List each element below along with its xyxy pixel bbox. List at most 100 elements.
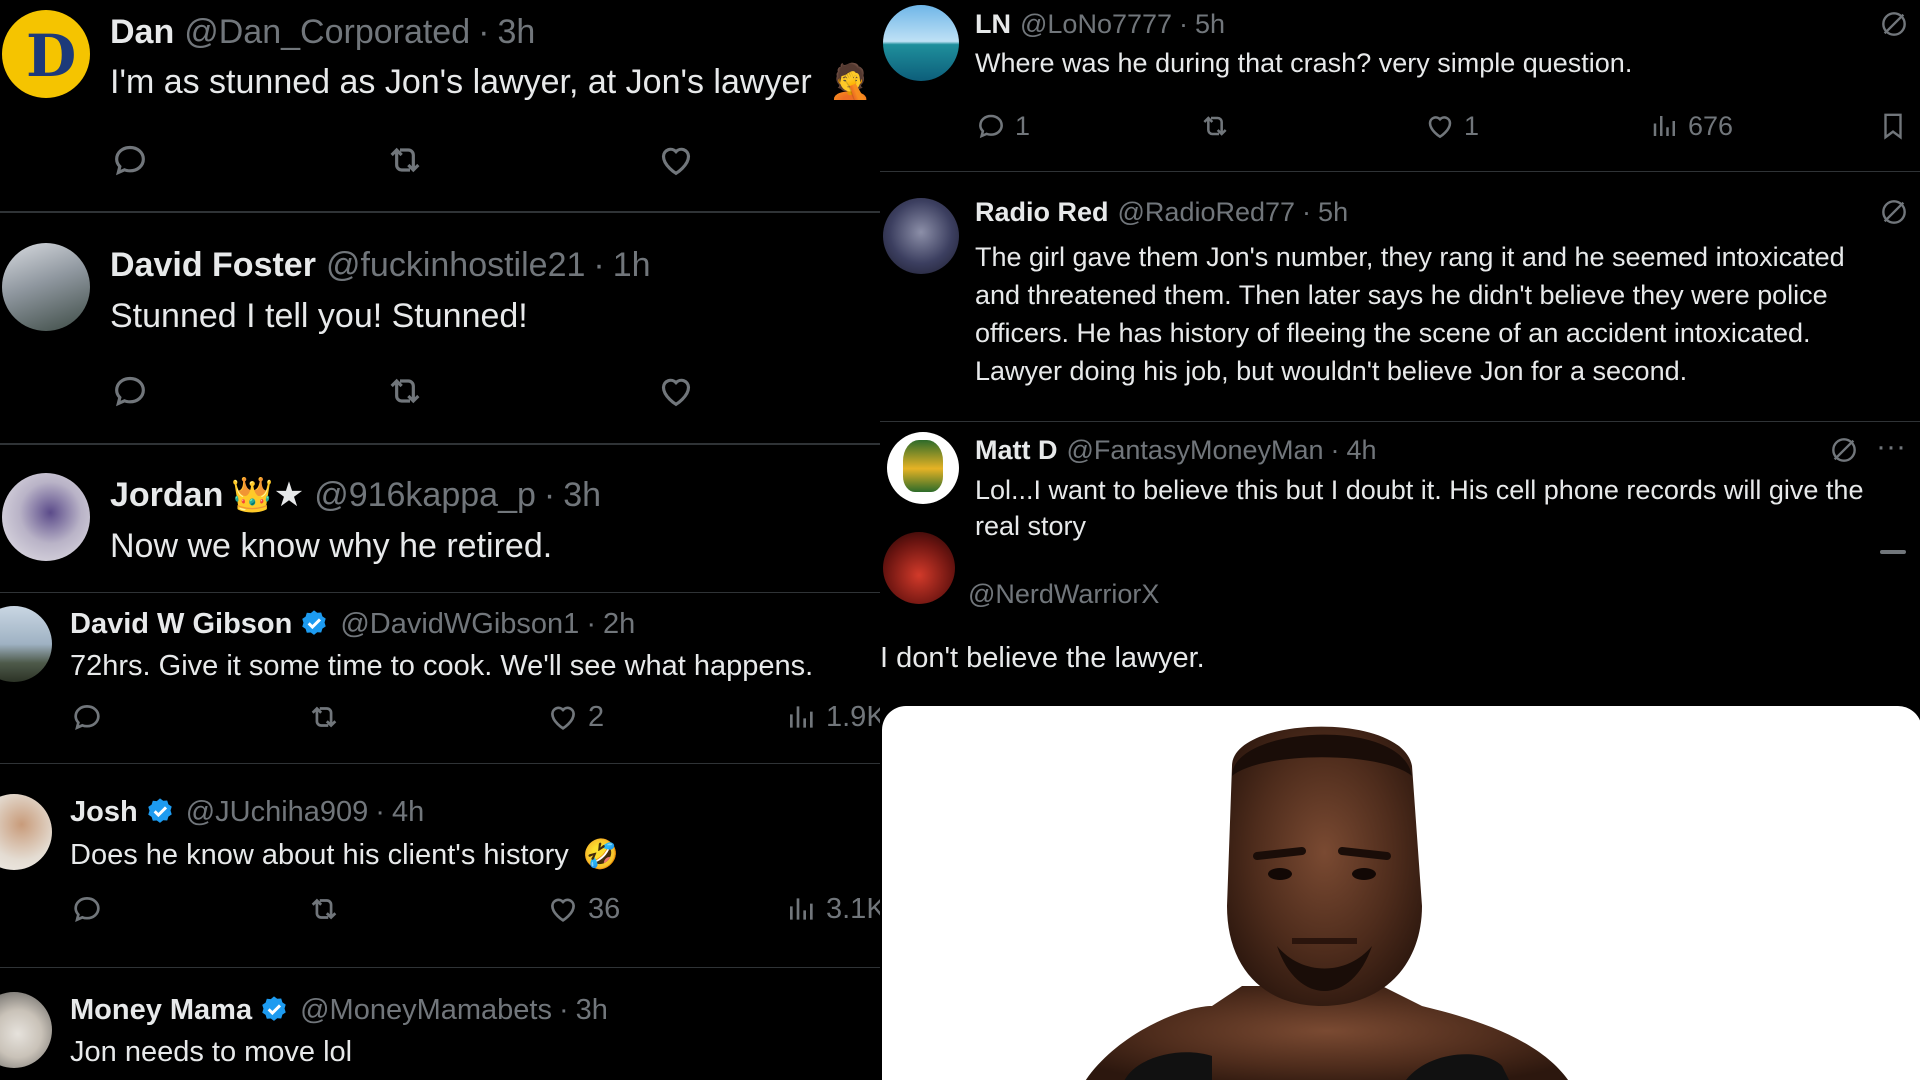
bookmark-button[interactable]: [1878, 110, 1908, 142]
repost-icon: [390, 147, 420, 173]
tweet-ln[interactable]: LN @LoNo7777 · 5h Where was he during th…: [880, 0, 1920, 172]
tweet-david-w-gibson[interactable]: David W Gibson @DavidWGibson1 · 2h 72hrs…: [0, 592, 880, 764]
tweet-text-body: Does he know about his client's history: [70, 839, 569, 871]
avatar[interactable]: [883, 532, 955, 604]
tweet-radio-red[interactable]: Radio Red @RadioRed77 · 5h The girl gave…: [880, 172, 1920, 422]
tweet-dan[interactable]: D Dan @Dan_Corporated · 3h I'm as stunne…: [0, 0, 880, 212]
timestamp[interactable]: 5h: [1195, 9, 1225, 40]
handle[interactable]: @Dan_Corporated: [184, 13, 470, 52]
tweet-jordan[interactable]: Jordan 👑★ @916kappa_p · 3h Now we know w…: [0, 445, 880, 592]
tweet-header: Jordan 👑★ @916kappa_p · 3h: [110, 473, 601, 517]
avatar[interactable]: [2, 243, 90, 331]
avatar[interactable]: [883, 198, 959, 274]
reply-icon: [74, 705, 100, 730]
avatar[interactable]: D: [2, 10, 90, 98]
verified-badge-icon: [262, 996, 286, 1021]
avatar[interactable]: [883, 5, 959, 81]
more-options-icon[interactable]: [1880, 550, 1906, 554]
tweet-header: Radio Red @RadioRed77 · 5h: [975, 194, 1348, 230]
fighter-photo: [1086, 726, 1568, 1080]
display-name[interactable]: Matt D: [975, 435, 1058, 466]
view-count: 1.9K: [826, 700, 880, 733]
tweet-josh[interactable]: Josh @JUchiha909 · 4h Does he know about…: [0, 764, 880, 968]
timestamp[interactable]: 4h: [392, 796, 424, 829]
handle[interactable]: @FantasyMoneyMan: [1067, 435, 1324, 466]
timestamp[interactable]: 2h: [603, 608, 635, 641]
display-name[interactable]: LN: [975, 9, 1011, 40]
tweet-header: Money Mama @MoneyMamabets · 3h: [70, 992, 608, 1028]
display-name[interactable]: Jordan: [110, 476, 223, 515]
handle[interactable]: @NerdWarriorX: [968, 579, 1159, 610]
tweet-nerdwarriorx[interactable]: @NerdWarriorX I don't believe the lawyer…: [880, 532, 1920, 1080]
display-name[interactable]: Josh: [70, 796, 138, 829]
like-button[interactable]: [656, 371, 696, 411]
tweet-david-foster[interactable]: David Foster @fuckinhostile21 · 1h Stunn…: [0, 213, 880, 443]
reply-button[interactable]: [70, 700, 104, 734]
reply-button[interactable]: 1: [975, 110, 1030, 142]
repost-button[interactable]: [383, 371, 427, 411]
like-button[interactable]: 36: [546, 892, 620, 926]
handle[interactable]: @916kappa_p: [314, 476, 536, 515]
timestamp[interactable]: 5h: [1318, 197, 1348, 228]
timestamp[interactable]: 3h: [497, 13, 535, 52]
views-button[interactable]: 1.9K: [786, 700, 880, 734]
handle[interactable]: @MoneyMamabets: [300, 994, 552, 1027]
avatar[interactable]: [887, 432, 959, 504]
handle[interactable]: @RadioRed77: [1118, 197, 1296, 228]
tweet-image[interactable]: [882, 706, 1920, 1080]
repost-button[interactable]: [1197, 110, 1233, 142]
laughing-emoji: 🤣: [582, 839, 619, 871]
grok-icon[interactable]: [1828, 434, 1860, 473]
tweet-header: @NerdWarriorX: [968, 576, 1159, 612]
handle[interactable]: @LoNo7777: [1020, 9, 1172, 40]
views-chart-icon: [790, 706, 813, 728]
view-count: 3.1K: [826, 892, 880, 925]
reply-icon: [74, 897, 100, 922]
dot-separator: ·: [375, 795, 385, 828]
repost-button[interactable]: [305, 700, 343, 734]
timestamp[interactable]: 1h: [613, 246, 651, 285]
repost-button[interactable]: [305, 892, 343, 926]
avatar[interactable]: [2, 473, 90, 561]
timestamp[interactable]: 3h: [563, 476, 601, 515]
reply-icon: [115, 376, 145, 407]
avatar[interactable]: [0, 794, 52, 870]
display-name[interactable]: David W Gibson: [70, 608, 292, 641]
avatar[interactable]: [0, 992, 52, 1068]
tweet-text: I don't believe the lawyer.: [880, 642, 1205, 674]
heart-icon: [661, 147, 691, 176]
tweet-actions: 1 1 676: [880, 110, 1920, 146]
reply-button[interactable]: [110, 371, 150, 411]
handle[interactable]: @JUchiha909: [186, 796, 369, 829]
d-logo: D: [26, 22, 77, 90]
timestamp[interactable]: 3h: [576, 994, 608, 1027]
views-button[interactable]: 3.1K: [786, 892, 880, 926]
grok-icon[interactable]: [1878, 196, 1910, 235]
tweet-money-mama[interactable]: Money Mama @MoneyMamabets · 3h Jon needs…: [0, 968, 880, 1080]
tweet-header: Josh @JUchiha909 · 4h: [70, 794, 424, 830]
grok-icon[interactable]: [1878, 8, 1910, 47]
view-count: 676: [1688, 110, 1734, 141]
reply-button[interactable]: [110, 140, 150, 180]
like-button[interactable]: [656, 140, 696, 180]
handle[interactable]: @fuckinhostile21: [326, 246, 585, 285]
tweet-text: Lol...I want to believe this but I doubt…: [975, 472, 1863, 544]
like-button[interactable]: 2: [546, 700, 604, 734]
tweet-text: Where was he during that crash? very sim…: [975, 48, 1633, 78]
display-name[interactable]: Dan: [110, 13, 174, 52]
repost-button[interactable]: [383, 140, 427, 180]
views-button[interactable]: 676: [1650, 110, 1733, 142]
display-name[interactable]: David Foster: [110, 246, 316, 285]
handle[interactable]: @DavidWGibson1: [340, 608, 579, 641]
tweet-matt-d[interactable]: Matt D @FantasyMoneyMan · 4h ··· Lol...I…: [880, 422, 1920, 562]
timestamp[interactable]: 4h: [1347, 435, 1377, 466]
heart-icon: [551, 706, 575, 730]
avatar[interactable]: [0, 606, 52, 682]
more-options-icon[interactable]: ···: [1876, 432, 1906, 462]
display-name[interactable]: Money Mama: [70, 994, 252, 1027]
like-button[interactable]: 1: [1424, 110, 1479, 142]
heart-icon: [1428, 116, 1452, 139]
tweet-text-line: officers. He has history of fleeing the …: [975, 318, 1811, 348]
reply-button[interactable]: [70, 892, 104, 926]
display-name[interactable]: Radio Red: [975, 197, 1109, 228]
